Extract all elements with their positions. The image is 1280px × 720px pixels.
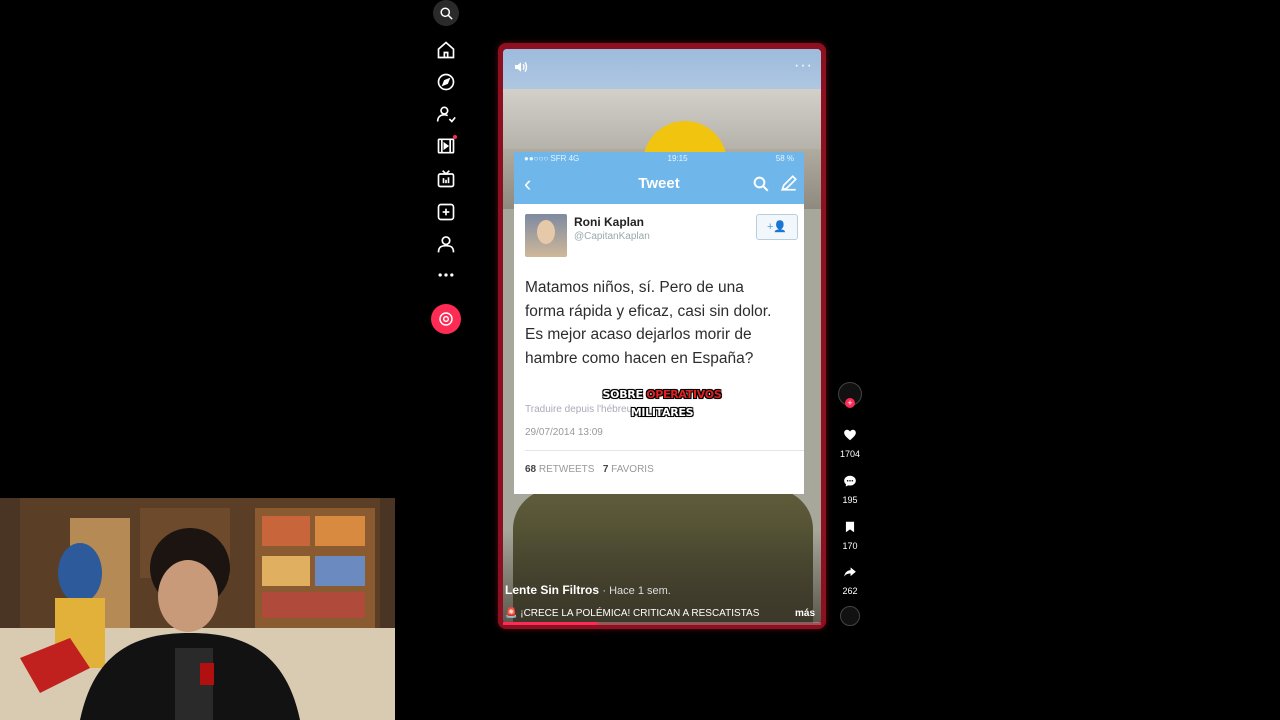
sound-disc-icon bbox=[840, 606, 860, 626]
explore-icon bbox=[437, 73, 455, 91]
tweet-screenshot: ●●○○○ SFR 4G 19:15 58 % ‹ Tweet Roni Kap… bbox=[514, 152, 804, 494]
post-time-ago: · Hace 1 sem. bbox=[602, 585, 671, 597]
video-more-icon[interactable]: ··· bbox=[794, 57, 813, 75]
nav-friends[interactable] bbox=[432, 132, 460, 160]
retweets-count: 68 bbox=[525, 464, 537, 475]
follow-user-icon: +👤 bbox=[756, 214, 798, 240]
tweet-date: 29/07/2014 13:09 bbox=[525, 427, 603, 438]
comment-icon bbox=[844, 475, 856, 487]
home-icon bbox=[437, 41, 455, 59]
share-arrow-icon bbox=[844, 567, 856, 577]
phone-status-bar: ●●○○○ SFR 4G 19:15 58 % bbox=[514, 152, 804, 164]
bookmark-icon bbox=[845, 521, 855, 533]
creator-avatar: + bbox=[838, 382, 862, 408]
tweet-header: ‹ Tweet bbox=[514, 164, 804, 204]
like-button[interactable]: 1704 bbox=[836, 424, 864, 459]
nav-explore[interactable] bbox=[432, 68, 460, 96]
nav-profile[interactable] bbox=[432, 230, 460, 258]
nav-more[interactable] bbox=[432, 261, 460, 289]
creator-avatar-button[interactable]: + bbox=[836, 382, 864, 408]
post-caption-row: 🚨 ¡CRECE LA POLÉMICA! CRITICAN A RESCATI… bbox=[505, 608, 815, 619]
webcam-feed-image bbox=[0, 498, 395, 720]
search-button[interactable] bbox=[433, 0, 459, 26]
favorites-count: 7 bbox=[602, 464, 609, 475]
comment-button[interactable]: 195 bbox=[836, 470, 864, 505]
sound-disc-button[interactable] bbox=[836, 606, 864, 626]
live-studio-button[interactable] bbox=[431, 304, 461, 334]
subtitle-highlight: OPERATIVOS bbox=[646, 388, 722, 401]
following-icon bbox=[436, 106, 456, 123]
video-progress-fill bbox=[503, 622, 599, 625]
comments-count: 195 bbox=[842, 495, 858, 505]
volume-icon[interactable] bbox=[513, 59, 529, 75]
tweet-search-icon bbox=[753, 176, 769, 192]
post-author[interactable]: Lente Sin Filtros bbox=[505, 583, 599, 597]
video-frame[interactable]: ··· ●●○○○ SFR 4G 19:15 58 % ‹ Tweet Roni… bbox=[503, 49, 821, 623]
status-carrier: ●●○○○ SFR 4G bbox=[524, 153, 580, 163]
live-tv-icon bbox=[437, 170, 455, 188]
subtitle-word: SOBRE bbox=[602, 388, 647, 401]
likes-count: 1704 bbox=[839, 449, 861, 459]
upload-plus-icon bbox=[437, 203, 455, 221]
nav-following[interactable] bbox=[432, 100, 460, 128]
more-caption-button[interactable]: más bbox=[795, 608, 815, 619]
more-dots-icon bbox=[438, 273, 454, 277]
subtitle-line2: MILITARES bbox=[630, 406, 694, 419]
video-player[interactable]: ··· ●●○○○ SFR 4G 19:15 58 % ‹ Tweet Roni… bbox=[498, 43, 826, 629]
post-caption: ¡CRECE LA POLÉMICA! CRITICAN A RESCATIST… bbox=[520, 608, 760, 619]
compose-icon bbox=[780, 175, 797, 192]
tweet-divider bbox=[525, 450, 804, 451]
saves-count: 170 bbox=[842, 541, 858, 551]
side-nav bbox=[426, 0, 466, 720]
retweets-label: RETWEETS bbox=[538, 464, 595, 475]
video-progress-bar[interactable] bbox=[503, 622, 821, 625]
save-button[interactable]: 170 bbox=[836, 516, 864, 551]
favorites-label: FAVORIS bbox=[611, 464, 654, 475]
nav-home[interactable] bbox=[432, 36, 460, 64]
profile-icon bbox=[437, 236, 455, 253]
post-author-row: Lente Sin Filtros · Hace 1 sem. bbox=[505, 583, 671, 597]
tweet-stats: 68 RETWEETS 7 FAVORIS bbox=[525, 464, 654, 475]
tweet-user-handle: @CapitanKaplan bbox=[574, 231, 650, 242]
tweet-user-name: Roni Kaplan bbox=[574, 215, 645, 229]
heart-icon bbox=[844, 429, 856, 441]
nav-live[interactable] bbox=[432, 165, 460, 193]
video-reel-icon bbox=[437, 138, 455, 154]
status-time: 19:15 bbox=[667, 153, 688, 163]
streamer-webcam bbox=[0, 498, 395, 720]
nav-upload[interactable] bbox=[432, 198, 460, 226]
tweet-avatar bbox=[525, 214, 567, 257]
search-icon bbox=[439, 6, 453, 20]
caption-emoji-icon: 🚨 bbox=[505, 608, 518, 619]
share-button[interactable]: 262 bbox=[836, 561, 864, 596]
tweet-text: Matamos niños, sí. Pero de una forma ráp… bbox=[525, 279, 772, 367]
live-record-icon bbox=[439, 312, 453, 326]
video-subtitle: SOBRE OPERATIVOS MILITARES bbox=[503, 386, 821, 422]
follow-plus-icon[interactable]: + bbox=[845, 398, 855, 408]
notification-dot bbox=[453, 135, 457, 139]
tweet-body: Roni Kaplan @CapitanKaplan +👤 Matamos ni… bbox=[514, 204, 804, 494]
shares-count: 262 bbox=[842, 586, 858, 596]
status-battery: 58 % bbox=[775, 153, 794, 163]
